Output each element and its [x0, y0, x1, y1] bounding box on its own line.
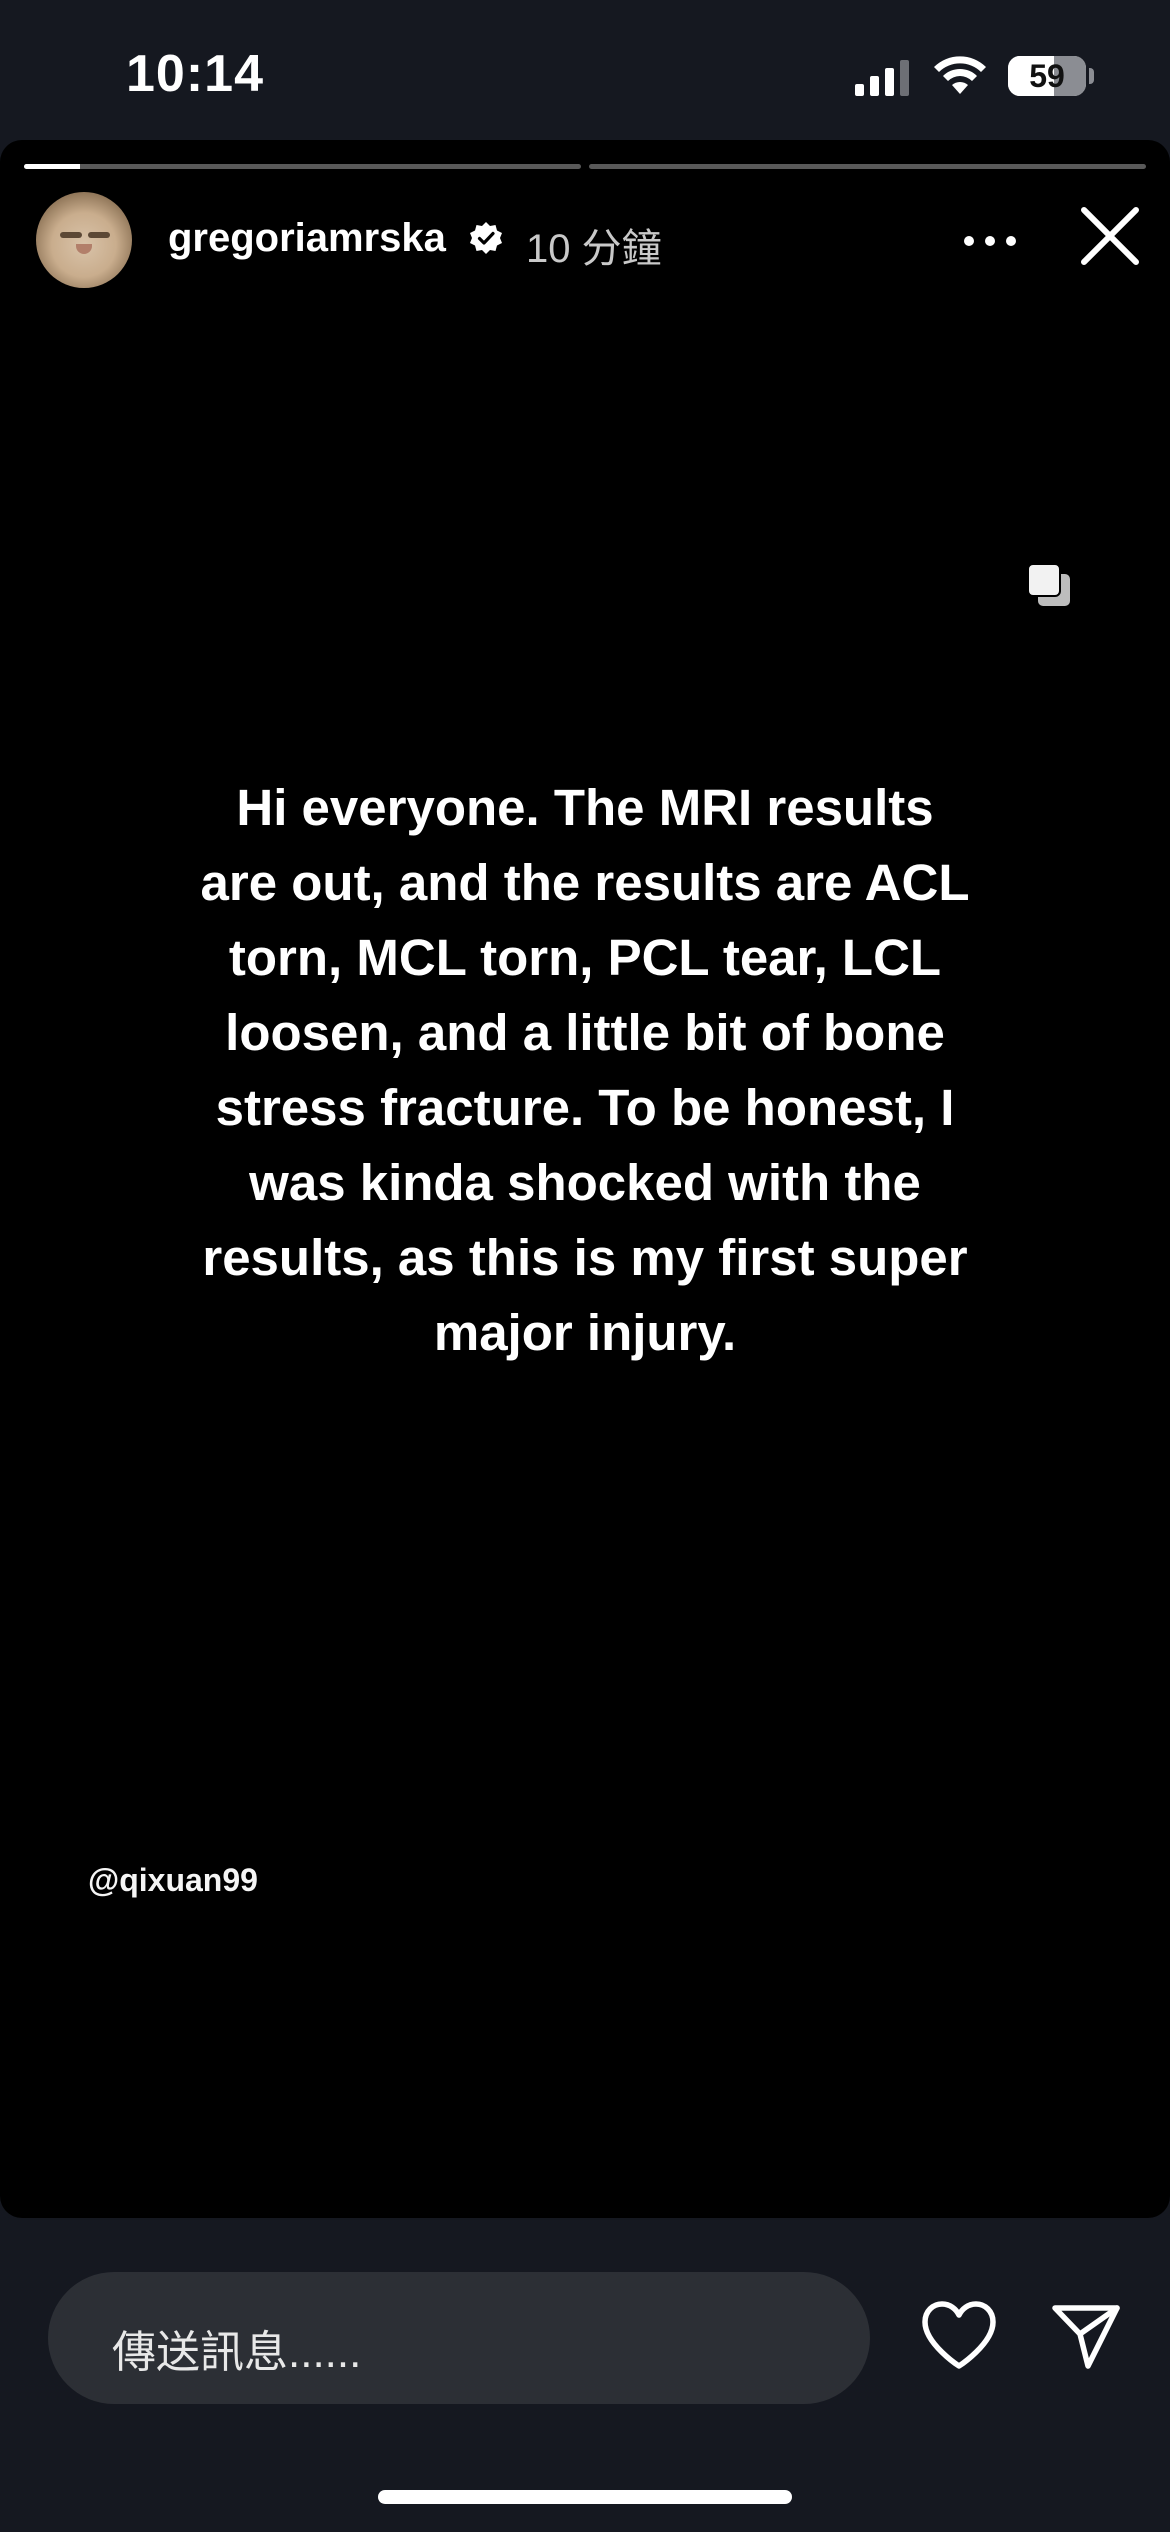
avatar-eye — [60, 232, 82, 238]
gallery-icon — [1027, 563, 1070, 606]
battery-cap — [1089, 68, 1094, 84]
heart-icon[interactable] — [920, 2300, 998, 2372]
story-header: gregoriamrska 10 分鐘 — [0, 192, 1170, 332]
wifi-icon — [934, 56, 986, 94]
story-progress — [24, 164, 1146, 170]
close-icon[interactable] — [1078, 204, 1142, 268]
story-screen: 10:14 59 gregoriamrska 10 分鐘 Hi everyone… — [0, 0, 1170, 2532]
avatar-eye — [88, 232, 110, 238]
progress-segment-1 — [24, 164, 581, 169]
verified-badge-icon — [470, 222, 502, 254]
story-text: Hi everyone. The MRI results are out, an… — [200, 779, 970, 1361]
username[interactable]: gregoriamrska — [168, 216, 446, 261]
reply-placeholder: 傳送訊息...... — [112, 2328, 362, 2377]
battery-level: 59 — [1029, 58, 1065, 94]
home-indicator — [378, 2490, 792, 2504]
more-options-icon[interactable] — [962, 234, 1018, 248]
progress-fill — [24, 164, 80, 169]
progress-segment-2 — [589, 164, 1146, 169]
story-card[interactable]: gregoriamrska 10 分鐘 Hi everyone. The MRI… — [0, 140, 1170, 2218]
avatar-nose — [76, 244, 92, 254]
mention-tag[interactable]: @qixuan99 — [88, 1862, 258, 1899]
battery-icon: 59 — [1008, 56, 1086, 96]
avatar[interactable] — [36, 192, 132, 288]
status-bar: 10:14 59 — [0, 0, 1170, 140]
reply-message-input[interactable]: 傳送訊息...... — [48, 2272, 870, 2404]
post-time: 10 分鐘 — [526, 227, 662, 271]
cellular-signal-icon — [855, 60, 909, 96]
send-icon[interactable] — [1050, 2300, 1122, 2372]
status-time: 10:14 — [126, 45, 264, 103]
